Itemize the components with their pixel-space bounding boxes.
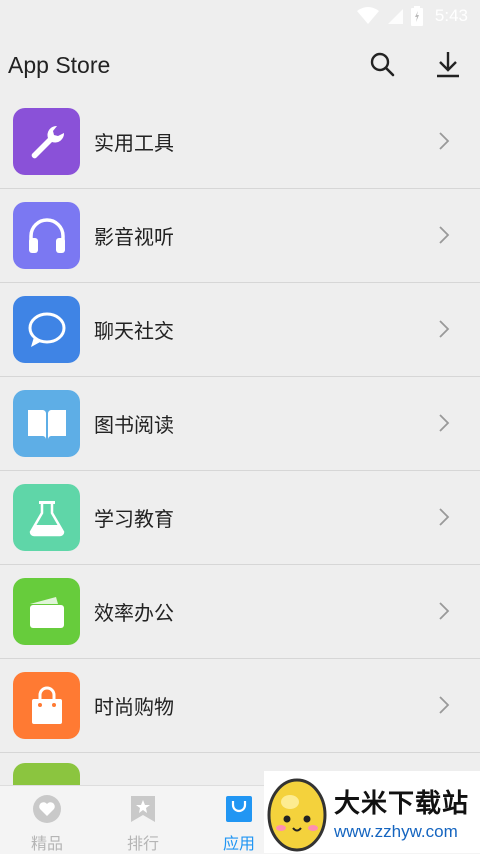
- download-icon: [437, 52, 459, 78]
- chevron-right-icon: [439, 132, 450, 150]
- category-tile: [13, 578, 80, 645]
- category-tile: [13, 390, 80, 457]
- status-time: 5:43: [434, 6, 468, 25]
- category-item-shopping[interactable]: 时尚购物: [0, 659, 480, 753]
- status-bar: 5:43: [0, 0, 480, 32]
- chevron-right-icon: [439, 226, 450, 244]
- category-tile: [13, 202, 80, 269]
- watermark-url: www.zzhyw.com: [334, 821, 458, 841]
- chevron-right-icon: [439, 414, 450, 432]
- headphones-icon: [28, 217, 65, 253]
- category-label: 实用工具: [94, 133, 174, 155]
- category-label: 时尚购物: [94, 697, 174, 719]
- flask-icon: [29, 500, 64, 536]
- page-title: App Store: [8, 51, 111, 78]
- chevron-right-icon: [439, 696, 450, 714]
- nav-label: 排行: [126, 836, 159, 853]
- chevron-right-icon: [439, 320, 450, 338]
- app-bag-icon: [226, 796, 252, 822]
- category-label: 效率办公: [94, 603, 174, 625]
- chevron-right-icon: [439, 508, 450, 526]
- nav-item-ranking[interactable]: 排行: [108, 786, 178, 854]
- category-item-office[interactable]: 效率办公: [0, 565, 480, 659]
- nav-label: 精品: [30, 836, 63, 853]
- category-item-media[interactable]: 影音视听: [0, 189, 480, 283]
- download-button[interactable]: [432, 46, 464, 82]
- category-label: 学习教育: [94, 509, 174, 531]
- category-tile: [13, 672, 80, 739]
- chat-bubble-icon: [28, 312, 65, 347]
- nav-label: 应用: [222, 836, 255, 853]
- category-tile: [13, 108, 80, 175]
- wifi-icon: [356, 7, 379, 24]
- category-item-social[interactable]: 聊天社交: [0, 283, 480, 377]
- bookmark-star-icon: [131, 796, 155, 822]
- category-list: 实用工具 影音视听 聊天社交 图书阅读 学习教育 效率办公 时尚购物: [0, 95, 480, 803]
- watermark-title: 大米下载站: [334, 787, 470, 818]
- app-bar: App Store: [0, 32, 480, 98]
- category-tile: [13, 296, 80, 363]
- category-label: 图书阅读: [94, 415, 174, 437]
- category-label: 影音视听: [94, 227, 174, 249]
- search-button[interactable]: [366, 46, 398, 82]
- category-item-tools[interactable]: 实用工具: [0, 95, 480, 189]
- battery-icon: [410, 6, 423, 26]
- heart-badge-icon: [33, 795, 61, 823]
- category-label: 聊天社交: [94, 321, 174, 343]
- egg-mascot-icon: [267, 778, 327, 852]
- open-book-icon: [27, 409, 66, 439]
- category-item-education[interactable]: 学习教育: [0, 471, 480, 565]
- wrench-icon: [31, 125, 64, 158]
- wallet-icon: [29, 596, 64, 628]
- watermark-overlay: 大米下载站 www.zzhyw.com: [264, 771, 480, 853]
- signal-icon: [387, 9, 403, 24]
- search-icon: [370, 52, 395, 77]
- shopping-bag-icon: [31, 686, 62, 724]
- category-tile: [13, 484, 80, 551]
- chevron-right-icon: [439, 602, 450, 620]
- category-item-books[interactable]: 图书阅读: [0, 377, 480, 471]
- nav-item-featured[interactable]: 精品: [12, 786, 82, 854]
